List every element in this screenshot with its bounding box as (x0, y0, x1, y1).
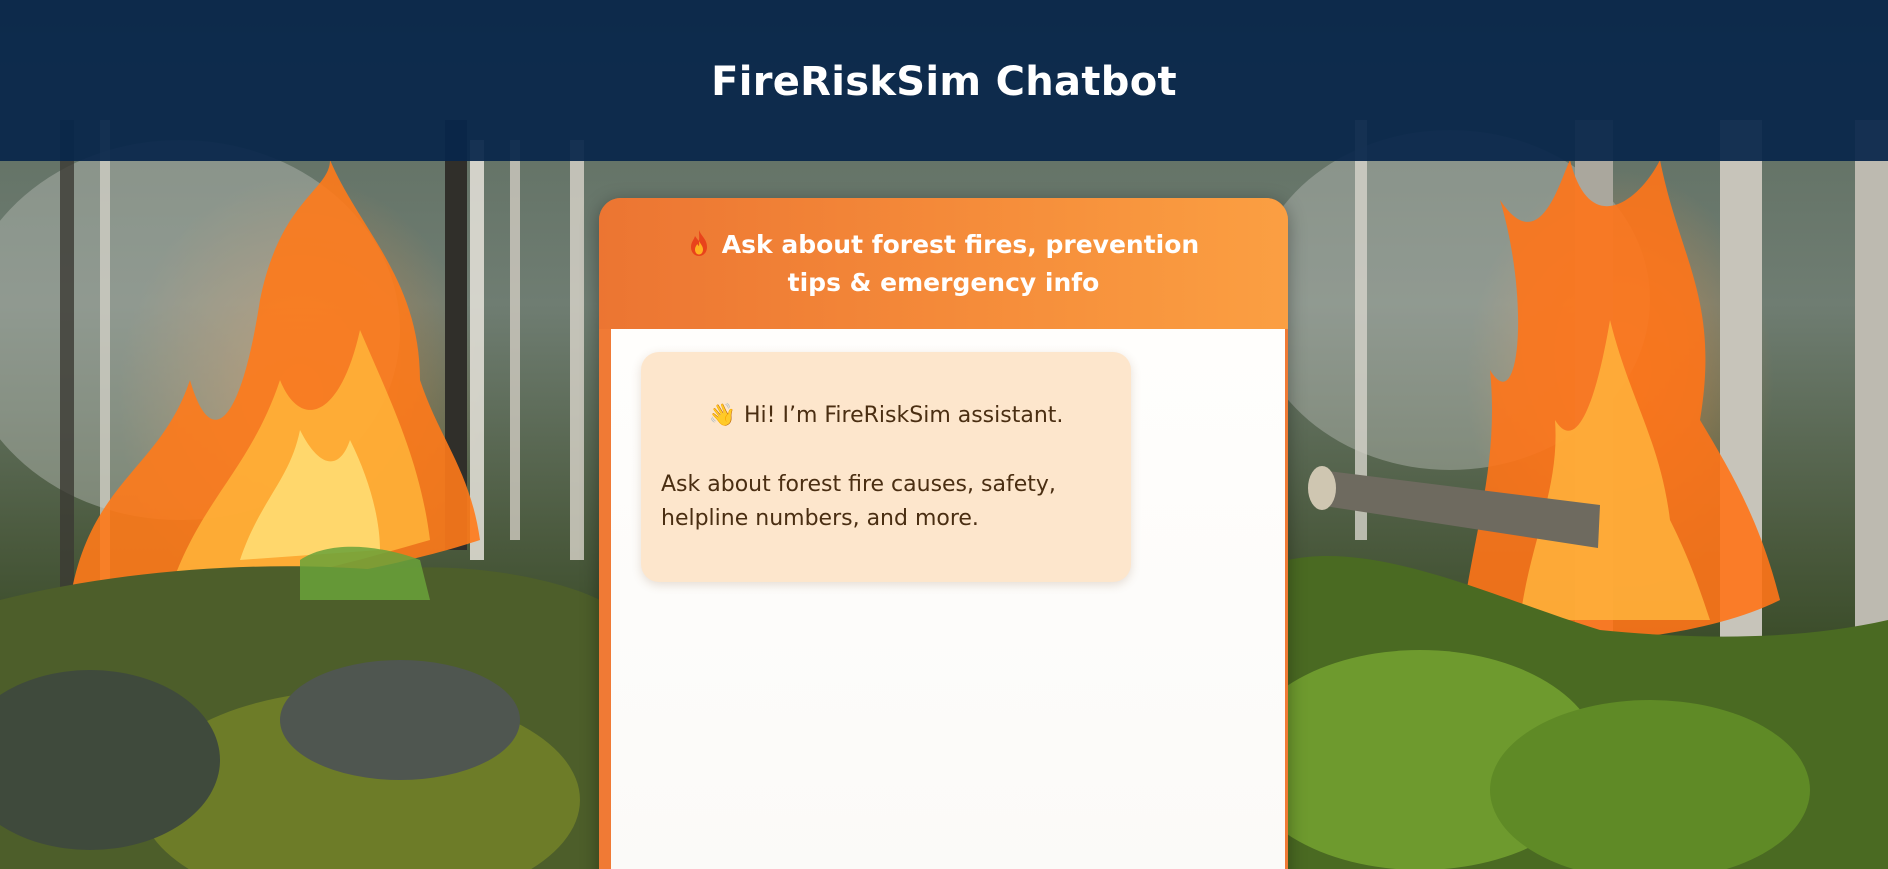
chat-banner-text-wrap: Ask about forest fires, prevention tips … (659, 226, 1228, 302)
waving-hand-icon: 👋 (708, 403, 736, 428)
bot-message-text: Ask about forest fire causes, safety, he… (661, 472, 1056, 531)
chat-banner-text: Ask about forest fires, prevention tips … (721, 229, 1200, 297)
bot-greeting-text: Hi! I’m FireRiskSim assistant. (744, 403, 1064, 428)
chat-panel: Ask about forest fires, prevention tips … (599, 198, 1288, 869)
flame-icon (688, 229, 710, 257)
bot-greeting: 👋 Hi! I’m FireRiskSim assistant. (661, 400, 1111, 432)
app-header: FireRiskSim Chatbot (0, 0, 1888, 161)
chat-messages-area[interactable]: 👋 Hi! I’m FireRiskSim assistant. Ask abou… (611, 329, 1285, 869)
chat-banner: Ask about forest fires, prevention tips … (599, 198, 1288, 329)
page-title: FireRiskSim Chatbot (711, 58, 1177, 105)
bot-message-bubble: 👋 Hi! I’m FireRiskSim assistant. Ask abou… (641, 352, 1131, 582)
